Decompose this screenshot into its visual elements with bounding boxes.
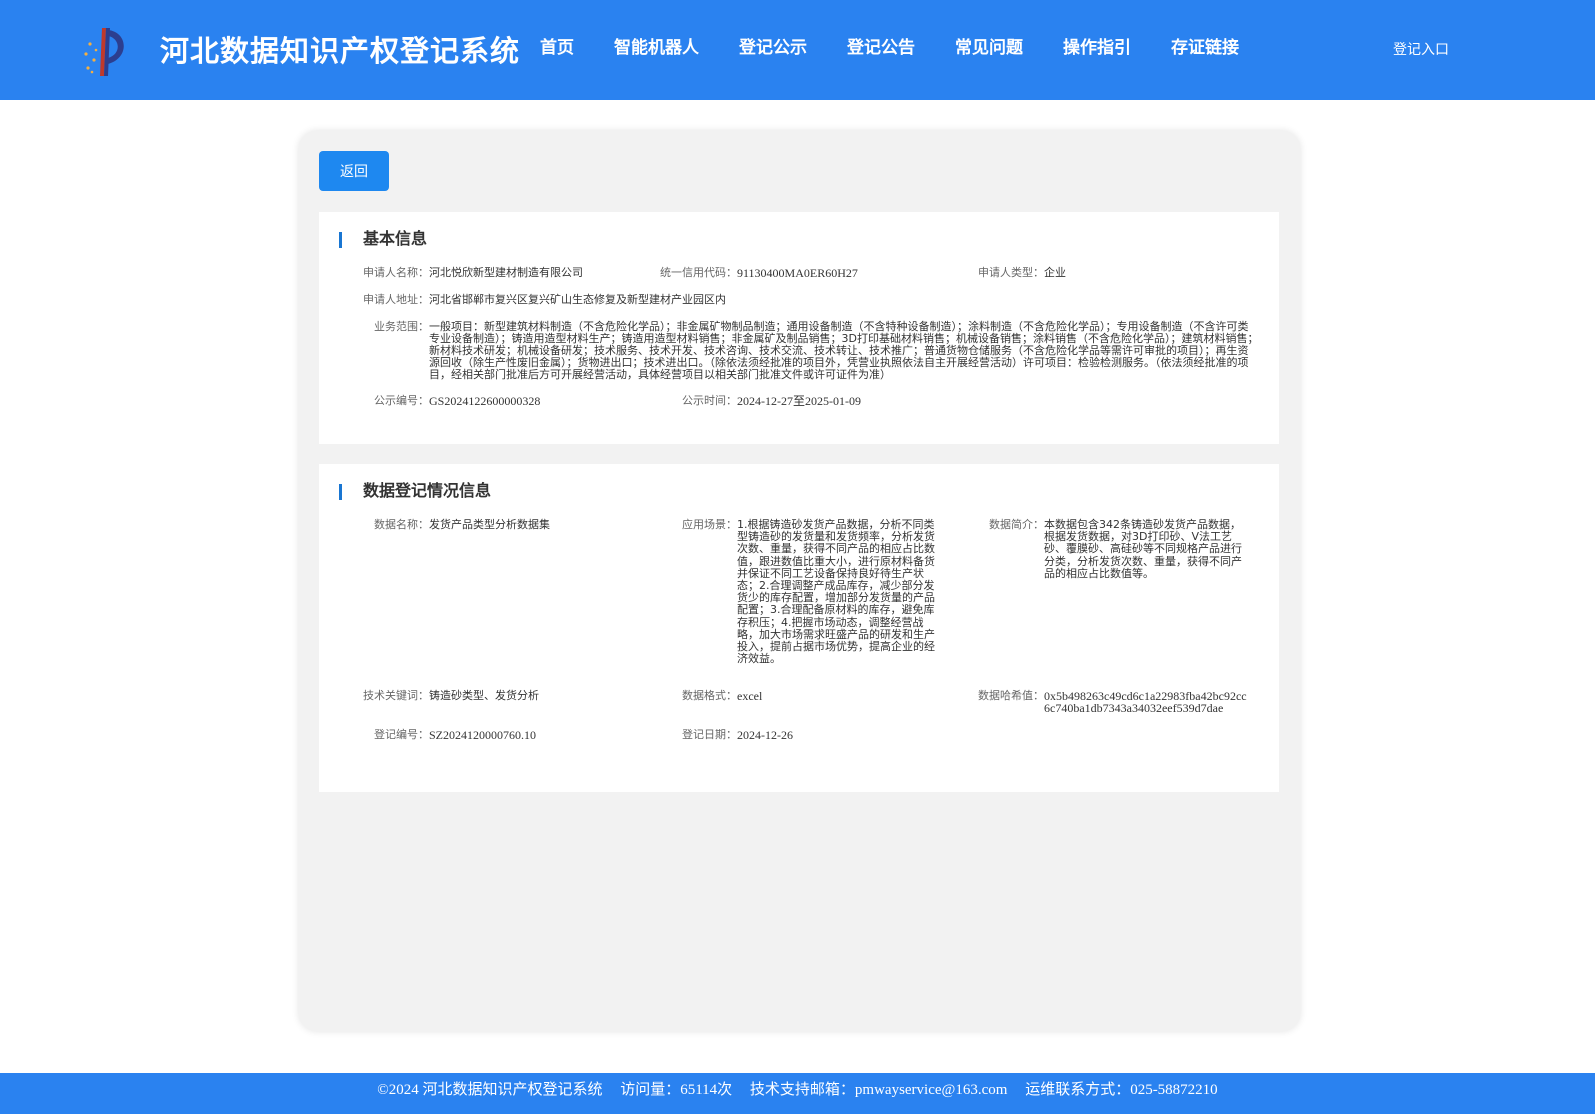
credit-code-value: 91130400MA0ER60H27 bbox=[737, 266, 858, 280]
applicant-type-value: 企业 bbox=[1044, 266, 1066, 279]
footer-email: 技术支持邮箱：pmwayservice@163.com bbox=[749, 1082, 1008, 1098]
credit-code-field: 统一信用代码： 91130400MA0ER60H27 bbox=[652, 266, 858, 280]
field-label: 申请人类型： bbox=[978, 266, 1044, 279]
address-field: 申请人地址： 河北省邯郸市复兴区复兴矿山生态修复及新型建材产业园区内 bbox=[357, 294, 726, 306]
keywords-field: 技术关键词： 铸造砂类型、发货分析 bbox=[357, 690, 539, 702]
field-label: 数据名称： bbox=[374, 518, 429, 531]
field-label: 应用场景： bbox=[682, 518, 737, 531]
scenario-field: 应用场景： 1.根据铸造砂发货产品数据，分析不同类型铸造砂的发货量和发货频率，分… bbox=[652, 518, 937, 666]
data-hash-field: 数据哈希值： 0x5b498263c49cd6c1a22983fba42bc92… bbox=[971, 689, 1249, 715]
nav-item-guide[interactable]: 操作指引 bbox=[1043, 33, 1151, 58]
field-label: 登记编号： bbox=[374, 728, 429, 741]
data-name-value: 发货产品类型分析数据集 bbox=[429, 518, 550, 531]
data-intro-value: 本数据包含342条铸造砂发货产品数据，根据发货数据，对3D打印砂、V法工艺砂、覆… bbox=[1044, 518, 1242, 580]
applicant-type-field: 申请人类型： 企业 bbox=[971, 267, 1066, 279]
nav-item-robot[interactable]: 智能机器人 bbox=[594, 33, 719, 58]
field-label: 技术关键词： bbox=[363, 689, 429, 702]
field-label: 公示时间： bbox=[682, 394, 737, 407]
reg-date-value: 2024-12-26 bbox=[737, 728, 793, 742]
site-title: 河北数据知识产权登记系统 bbox=[160, 34, 521, 68]
pub-time-value: 2024-12-27至2025-01-09 bbox=[737, 394, 861, 408]
back-button[interactable]: 返回 bbox=[319, 151, 389, 191]
logo-icon bbox=[84, 28, 124, 76]
detail-panel: 返回 基本信息 申请人名称： 河北悦欣新型建材制造有限公司 统一信用代码： 91… bbox=[299, 131, 1300, 1031]
address-value: 河北省邯郸市复兴区复兴矿山生态修复及新型建材产业园区内 bbox=[429, 293, 726, 306]
reg-no-field: 登记编号： SZ2024120000760.10 bbox=[357, 728, 537, 742]
nav-item-announcement[interactable]: 登记公告 bbox=[827, 33, 935, 58]
login-link[interactable]: 登记入口 bbox=[1393, 39, 1449, 59]
footer-visits: 访问量：65114次 bbox=[620, 1082, 733, 1098]
data-format-value: excel bbox=[737, 689, 763, 703]
nav-item-publicity[interactable]: 登记公示 bbox=[719, 33, 827, 58]
reg-no-value: SZ2024120000760.10 bbox=[429, 728, 537, 742]
data-intro-field: 数据简介： 本数据包含342条铸造砂发货产品数据，根据发货数据，对3D打印砂、V… bbox=[971, 518, 1247, 580]
data-hash-value: 0x5b498263c49cd6c1a22983fba42bc92cc6c740… bbox=[1044, 689, 1247, 715]
applicant-name-field: 申请人名称： 河北悦欣新型建材制造有限公司 bbox=[357, 267, 583, 279]
pub-no-value: GS2024122600000328 bbox=[429, 394, 541, 408]
field-label: 登记日期： bbox=[682, 728, 737, 741]
business-scope-field: 业务范围： 一般项目：新型建筑材料制造（不含危险化学品）；非金属矿物制品制造；通… bbox=[357, 321, 1259, 381]
field-label: 申请人地址： bbox=[363, 293, 429, 306]
pub-time-field: 公示时间： 2024-12-27至2025-01-09 bbox=[652, 394, 861, 408]
field-label: 数据格式： bbox=[682, 689, 737, 702]
field-label: 业务范围： bbox=[374, 320, 429, 333]
top-header: 河北数据知识产权登记系统 首页 智能机器人 登记公示 登记公告 常见问题 操作指… bbox=[0, 0, 1595, 100]
data-name-field: 数据名称： 发货产品类型分析数据集 bbox=[357, 519, 550, 531]
footer-phone: 运维联系方式：025-58872210 bbox=[1025, 1082, 1218, 1098]
pub-no-field: 公示编号： GS2024122600000328 bbox=[357, 394, 541, 408]
main-nav: 首页 智能机器人 登记公示 登记公告 常见问题 操作指引 存证链接 bbox=[520, 33, 1259, 58]
nav-item-faq[interactable]: 常见问题 bbox=[935, 33, 1043, 58]
basic-info-title: 基本信息 bbox=[339, 230, 427, 248]
page-footer: ©2024 河北数据知识产权登记系统 访问量：65114次 技术支持邮箱：pmw… bbox=[0, 1073, 1595, 1114]
field-label: 数据简介： bbox=[989, 518, 1044, 531]
nav-item-evidence-link[interactable]: 存证链接 bbox=[1151, 33, 1259, 58]
field-label: 统一信用代码： bbox=[660, 266, 737, 279]
nav-item-home[interactable]: 首页 bbox=[520, 33, 594, 58]
scenario-value: 1.根据铸造砂发货产品数据，分析不同类型铸造砂的发货量和发货频率，分析发货次数、… bbox=[737, 518, 935, 666]
data-registration-title: 数据登记情况信息 bbox=[339, 482, 491, 500]
basic-info-card: 基本信息 申请人名称： 河北悦欣新型建材制造有限公司 统一信用代码： 91130… bbox=[319, 212, 1279, 444]
footer-copyright: ©2024 河北数据知识产权登记系统 bbox=[377, 1082, 603, 1098]
applicant-name-value: 河北悦欣新型建材制造有限公司 bbox=[429, 266, 583, 279]
field-label: 数据哈希值： bbox=[978, 689, 1044, 702]
data-format-field: 数据格式： excel bbox=[652, 689, 763, 703]
field-label: 申请人名称： bbox=[363, 266, 429, 279]
field-label: 公示编号： bbox=[374, 394, 429, 407]
business-scope-value: 一般项目：新型建筑材料制造（不含危险化学品）；非金属矿物制品制造；通用设备制造（… bbox=[429, 320, 1259, 381]
keywords-value: 铸造砂类型、发货分析 bbox=[429, 689, 539, 702]
reg-date-field: 登记日期： 2024-12-26 bbox=[652, 728, 793, 742]
data-registration-card: 数据登记情况信息 数据名称： 发货产品类型分析数据集 应用场景： 1.根据铸造砂… bbox=[319, 464, 1279, 792]
